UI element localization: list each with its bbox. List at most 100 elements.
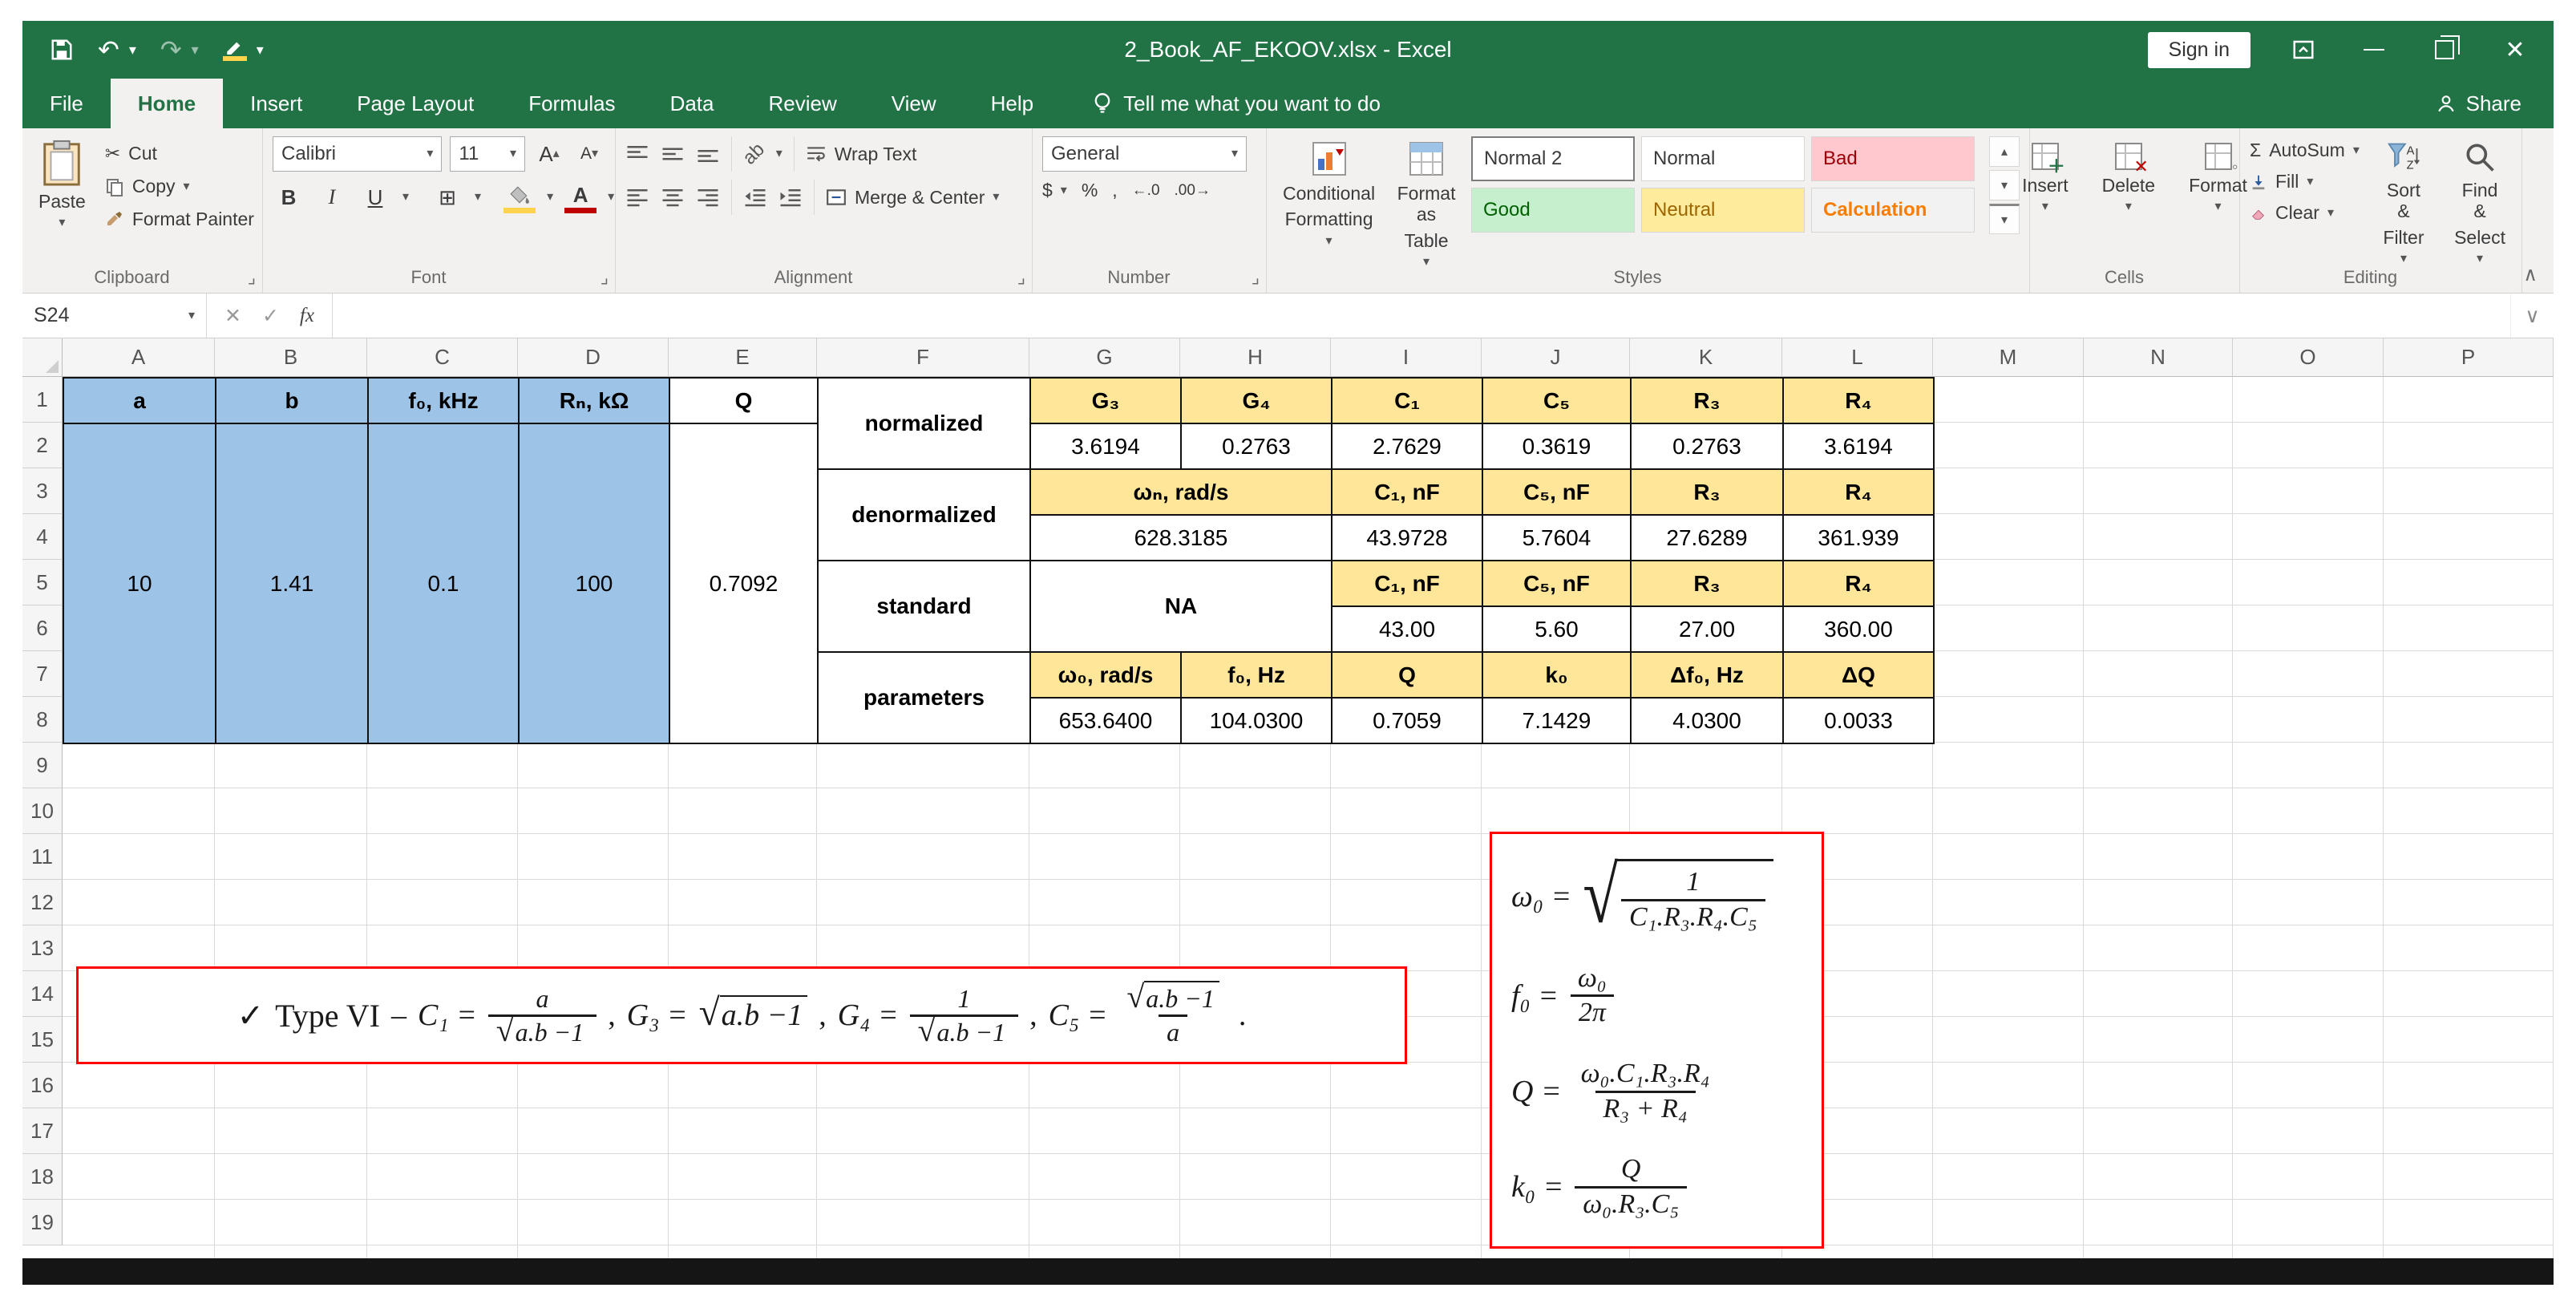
grid-cell[interactable] (1180, 1245, 1331, 1258)
grid-cell[interactable] (669, 880, 817, 925)
number-format-select[interactable]: General ▾ (1042, 136, 1247, 172)
table-cell[interactable]: 0.1 (369, 424, 520, 744)
grid-cell[interactable] (1782, 788, 1933, 834)
style-tile-normal[interactable]: Normal (1641, 136, 1805, 181)
row-header-14[interactable]: 14 (22, 971, 63, 1017)
grid-cell[interactable] (669, 743, 817, 788)
row-header-1[interactable]: 1 (22, 377, 63, 423)
formula-input[interactable] (333, 294, 2510, 338)
grid-cell[interactable] (215, 1063, 367, 1108)
grid-cell[interactable] (2084, 743, 2233, 788)
column-header-J[interactable]: J (1482, 338, 1630, 377)
column-header-B[interactable]: B (215, 338, 367, 377)
grid-cell[interactable] (1331, 925, 1482, 971)
align-right-icon[interactable] (696, 187, 720, 208)
grid-cell[interactable] (2384, 834, 2554, 880)
font-dialog-launcher[interactable]: ⌟ (601, 267, 609, 288)
column-header-A[interactable]: A (63, 338, 215, 377)
grid-cell[interactable] (2233, 423, 2384, 468)
grid-cell[interactable] (1482, 788, 1630, 834)
table-cell[interactable]: b (216, 379, 369, 424)
grid-cell[interactable] (669, 1245, 817, 1258)
table-cell[interactable]: 7.1429 (1483, 699, 1632, 744)
grid-cell[interactable] (367, 1063, 518, 1108)
table-cell[interactable]: denormalized (819, 470, 1031, 561)
row-header-9[interactable]: 9 (22, 743, 63, 788)
table-cell[interactable]: 43.00 (1332, 607, 1483, 653)
grid-cell[interactable] (1331, 1108, 1482, 1154)
grid-cell[interactable] (1180, 1108, 1331, 1154)
alignment-dialog-launcher[interactable]: ⌟ (1017, 267, 1025, 288)
grow-font-button[interactable]: A▴ (533, 138, 565, 170)
grid-cell[interactable] (1331, 880, 1482, 925)
grid-cell[interactable] (2233, 834, 2384, 880)
grid-cell[interactable] (2084, 788, 2233, 834)
grid-cell[interactable] (1933, 377, 2084, 423)
grid-cell[interactable] (2084, 560, 2233, 605)
grid-cell[interactable] (1029, 1108, 1180, 1154)
tab-insert[interactable]: Insert (223, 79, 330, 128)
style-tile-bad[interactable]: Bad (1811, 136, 1975, 181)
row-header-4[interactable]: 4 (22, 514, 63, 560)
table-cell[interactable]: R₄ (1784, 561, 1935, 607)
grid-cell[interactable] (1782, 743, 1933, 788)
underline-button[interactable]: U (359, 181, 391, 213)
close-button[interactable]: ✕ (2497, 32, 2533, 67)
grid-cell[interactable] (518, 1154, 669, 1200)
grid-cell[interactable] (63, 1063, 215, 1108)
grid-cell[interactable] (2233, 971, 2384, 1017)
insert-function-button[interactable]: fx (300, 305, 314, 327)
table-cell[interactable]: 628.3185 (1031, 516, 1332, 561)
grid-cell[interactable] (1933, 560, 2084, 605)
table-cell[interactable]: 361.939 (1784, 516, 1935, 561)
customize-qat-caret-icon[interactable]: ▾ (257, 42, 264, 59)
grid-cell[interactable] (2233, 697, 2384, 743)
grid-cell[interactable] (367, 1154, 518, 1200)
formula-image-parameters[interactable]: ω₀ = √ 1 C₁.R₃.R₄.C₅ f₀ = ω₀ 2π Q = (1490, 832, 1824, 1249)
table-cell[interactable]: G₃ (1031, 379, 1182, 424)
grid-cell[interactable] (1180, 1200, 1331, 1245)
tab-review[interactable]: Review (741, 79, 863, 128)
column-header-K[interactable]: K (1630, 338, 1782, 377)
grid-cell[interactable] (2233, 743, 2384, 788)
table-cell[interactable]: NA (1031, 561, 1332, 653)
table-cell[interactable]: R₃ (1632, 561, 1784, 607)
grid-cell[interactable] (63, 880, 215, 925)
table-cell[interactable]: R₃ (1632, 379, 1784, 424)
column-header-P[interactable]: P (2384, 338, 2554, 377)
table-cell[interactable]: ωₙ, rad/s (1031, 470, 1332, 516)
grid-cell[interactable] (63, 1245, 215, 1258)
grid-cell[interactable] (1029, 834, 1180, 880)
tell-me-box[interactable]: Tell me what you want to do (1069, 79, 1405, 128)
grid-cell[interactable] (1933, 743, 2084, 788)
grid-cell[interactable] (1933, 1108, 2084, 1154)
share-button[interactable]: Share (2436, 79, 2554, 128)
grid-cell[interactable] (215, 880, 367, 925)
table-cell[interactable]: C₁ (1332, 379, 1483, 424)
column-header-O[interactable]: O (2233, 338, 2384, 377)
grid-cell[interactable] (669, 1200, 817, 1245)
autosum-button[interactable]: Σ AutoSum ▾ (2250, 140, 2360, 161)
tab-home[interactable]: Home (111, 79, 223, 128)
decrease-indent-icon[interactable] (743, 187, 767, 208)
grid-cell[interactable] (2384, 788, 2554, 834)
fill-color-caret-icon[interactable]: ▾ (547, 191, 553, 204)
align-left-icon[interactable] (625, 187, 649, 208)
grid-cell[interactable] (1331, 1063, 1482, 1108)
cut-button[interactable]: ✂ Cut (105, 143, 254, 164)
name-box[interactable]: S24 ▾ (22, 294, 207, 338)
grid-cell[interactable] (2384, 560, 2554, 605)
grid-cell[interactable] (1933, 423, 2084, 468)
ribbon-display-options-icon[interactable] (2286, 32, 2321, 67)
grid-cell[interactable] (2084, 651, 2233, 697)
tab-data[interactable]: Data (643, 79, 742, 128)
grid-cell[interactable] (1933, 971, 2084, 1017)
column-header-L[interactable]: L (1782, 338, 1933, 377)
grid-cell[interactable] (2384, 1017, 2554, 1063)
row-header-12[interactable]: 12 (22, 880, 63, 925)
row-header-19[interactable]: 19 (22, 1200, 63, 1245)
font-size-select[interactable]: 11 ▾ (450, 136, 525, 172)
table-cell[interactable]: f₀, kHz (369, 379, 520, 424)
accounting-format-button[interactable]: $▾ (1042, 180, 1067, 201)
save-icon[interactable] (50, 38, 74, 62)
